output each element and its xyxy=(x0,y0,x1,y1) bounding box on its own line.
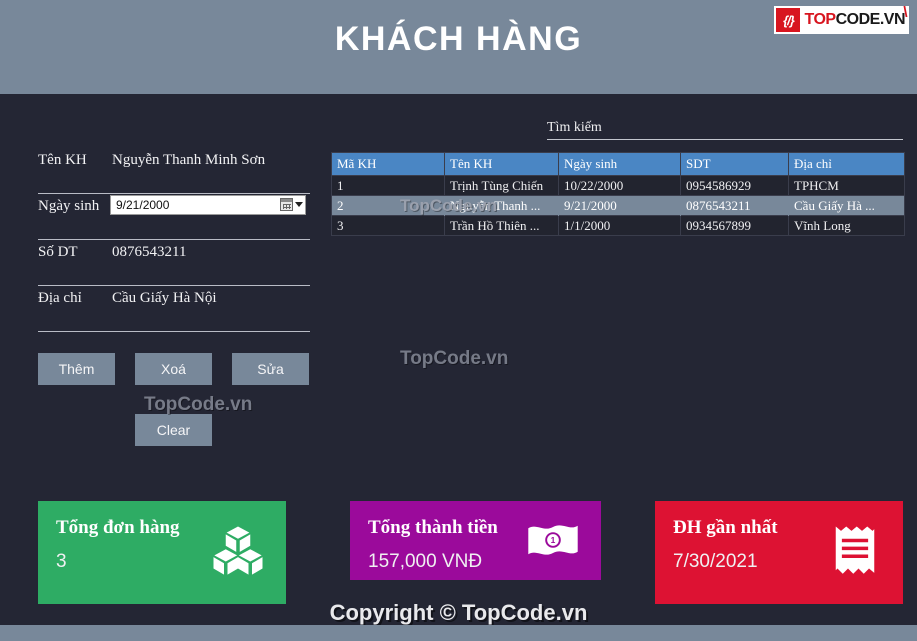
input-ngay-sinh[interactable]: 9/21/2000 xyxy=(110,195,306,215)
cell-ma-kh[interactable]: 1 xyxy=(331,175,445,196)
column-header-ngay-sinh[interactable]: Ngày sinh xyxy=(558,152,681,176)
cell-ten-kh[interactable]: Trần Hồ Thiên ... xyxy=(444,215,559,236)
cell-ten-kh[interactable]: Nguyễn Thanh ... xyxy=(444,195,559,216)
cell-ngay-sinh[interactable]: 1/1/2000 xyxy=(558,215,681,236)
app-header: KHÁCH HÀNG {/} TOPCODE.VN \ xyxy=(0,0,917,94)
cell-ngay-sinh[interactable]: 10/22/2000 xyxy=(558,175,681,196)
label-so-dt: Số DT xyxy=(38,244,78,260)
search-label: Tìm kiếm xyxy=(547,120,602,135)
logo-text-vn: .VN \ xyxy=(879,4,908,28)
customer-form: Tên KH Nguyễn Thanh Minh Sơn Ngày sinh 9… xyxy=(38,148,310,332)
logo-text-top: TOP xyxy=(804,11,836,28)
card-value: 157,000 VNĐ xyxy=(368,551,483,572)
table-row[interactable]: 2 Nguyễn Thanh ... 9/21/2000 0876543211 … xyxy=(331,195,905,216)
card-value: 3 xyxy=(56,551,67,572)
logo-text-code: CODE xyxy=(835,11,881,28)
customer-table[interactable]: Mã KH Tên KH Ngày sinh SDT Địa chỉ 1 Trị… xyxy=(331,152,905,236)
cell-ten-kh[interactable]: Trịnh Tùng Chiến xyxy=(444,175,559,196)
date-value: 9/21/2000 xyxy=(116,198,170,212)
card-latest-order: ĐH gần nhất 7/30/2021 xyxy=(655,501,903,604)
clear-button[interactable]: Clear xyxy=(135,414,212,446)
field-row-ngay-sinh: Ngày sinh 9/21/2000 xyxy=(38,194,310,240)
card-total-amount: Tổng thành tiền 157,000 VNĐ 1 xyxy=(350,501,601,580)
delete-button[interactable]: Xoá xyxy=(135,353,212,385)
card-title: Tổng đơn hàng xyxy=(56,517,180,538)
watermark-buttons: TopCode.vn xyxy=(144,394,253,415)
card-title: Tổng thành tiền xyxy=(368,517,498,538)
cell-dia-chi[interactable]: TPHCM xyxy=(788,175,905,196)
receipt-icon xyxy=(827,523,883,579)
cell-sdt[interactable]: 0876543211 xyxy=(680,195,789,216)
column-header-dia-chi[interactable]: Địa chỉ xyxy=(788,152,905,176)
label-dia-chi: Địa chỉ xyxy=(38,290,82,306)
table-row[interactable]: 3 Trần Hồ Thiên ... 1/1/2000 0934567899 … xyxy=(331,215,905,236)
input-dia-chi[interactable]: Cầu Giấy Hà Nội xyxy=(106,286,217,307)
cell-dia-chi[interactable]: Vĩnh Long xyxy=(788,215,905,236)
logo-vn-label: .VN xyxy=(879,11,906,28)
footer-bar xyxy=(0,625,917,641)
table-head: Mã KH Tên KH Ngày sinh SDT Địa chỉ xyxy=(331,152,905,176)
field-row-so-dt: Số DT 0876543211 xyxy=(38,240,310,286)
watermark-middle: TopCode.vn xyxy=(400,348,509,369)
logo-text: TOPCODE.VN \ xyxy=(804,4,908,29)
cell-ma-kh[interactable]: 2 xyxy=(331,195,445,216)
input-so-dt[interactable]: 0876543211 xyxy=(106,240,186,261)
column-header-ma-kh[interactable]: Mã KH xyxy=(331,152,445,176)
card-total-orders: Tổng đơn hàng 3 xyxy=(38,501,286,604)
edit-button[interactable]: Sửa xyxy=(232,353,309,385)
column-header-sdt[interactable]: SDT xyxy=(680,152,789,176)
chevron-down-icon[interactable] xyxy=(295,202,303,207)
input-ten-kh[interactable]: Nguyễn Thanh Minh Sơn xyxy=(106,148,265,169)
label-ngay-sinh: Ngày sinh xyxy=(38,198,100,214)
boxes-icon xyxy=(210,523,266,579)
table-body: 1 Trịnh Tùng Chiến 10/22/2000 0954586929… xyxy=(331,175,905,236)
label-ten-kh: Tên KH xyxy=(38,152,87,168)
banknote-icon: 1 xyxy=(527,519,579,561)
svg-text:1: 1 xyxy=(551,535,556,545)
cell-sdt[interactable]: 0954586929 xyxy=(680,175,789,196)
card-title: ĐH gần nhất xyxy=(673,517,778,538)
search-field[interactable]: Tìm kiếm xyxy=(547,118,903,140)
topcode-logo: {/} TOPCODE.VN \ xyxy=(774,4,909,34)
cell-ma-kh[interactable]: 3 xyxy=(331,215,445,236)
table-header-row: Mã KH Tên KH Ngày sinh SDT Địa chỉ xyxy=(331,152,905,176)
cell-ngay-sinh[interactable]: 9/21/2000 xyxy=(558,195,681,216)
cell-dia-chi[interactable]: Cầu Giấy Hà ... xyxy=(788,195,905,216)
calendar-icon[interactable] xyxy=(280,198,293,211)
field-row-ten-kh: Tên KH Nguyễn Thanh Minh Sơn xyxy=(38,148,310,194)
table-row[interactable]: 1 Trịnh Tùng Chiến 10/22/2000 0954586929… xyxy=(331,175,905,196)
field-row-dia-chi: Địa chỉ Cầu Giấy Hà Nội xyxy=(38,286,310,332)
logo-accent-icon: \ xyxy=(903,4,907,21)
add-button[interactable]: Thêm xyxy=(38,353,115,385)
app-window: KHÁCH HÀNG {/} TOPCODE.VN \ Tên KH Nguyễn… xyxy=(0,0,917,641)
column-header-ten-kh[interactable]: Tên KH xyxy=(444,152,559,176)
card-value: 7/30/2021 xyxy=(673,551,758,572)
code-brackets-icon: {/} xyxy=(776,8,801,32)
date-picker-controls[interactable] xyxy=(280,198,303,211)
cell-sdt[interactable]: 0934567899 xyxy=(680,215,789,236)
